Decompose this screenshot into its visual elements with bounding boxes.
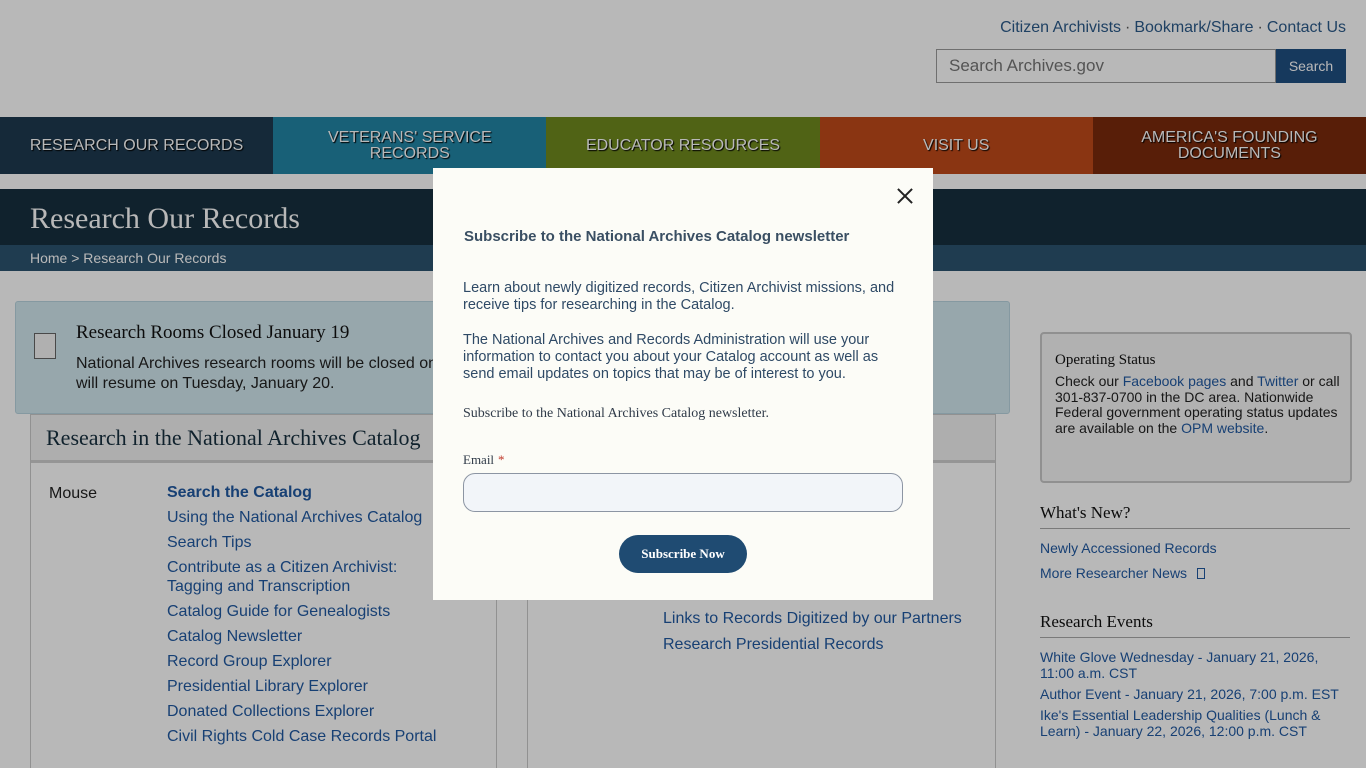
subscribe-now-button[interactable]: Subscribe Now: [619, 535, 747, 573]
email-label-text: Email: [463, 452, 495, 467]
required-marker: *: [498, 452, 505, 467]
modal-subscribe-text: Subscribe to the National Archives Catal…: [463, 406, 769, 421]
modal-privacy-text: The National Archives and Records Admini…: [463, 332, 879, 382]
modal-title: Subscribe to the National Archives Catal…: [464, 228, 850, 245]
email-label: Email *: [463, 452, 505, 468]
close-icon[interactable]: [893, 184, 917, 208]
email-field[interactable]: [463, 473, 903, 512]
modal-intro-text: Learn about newly digitized records, Cit…: [463, 280, 895, 313]
